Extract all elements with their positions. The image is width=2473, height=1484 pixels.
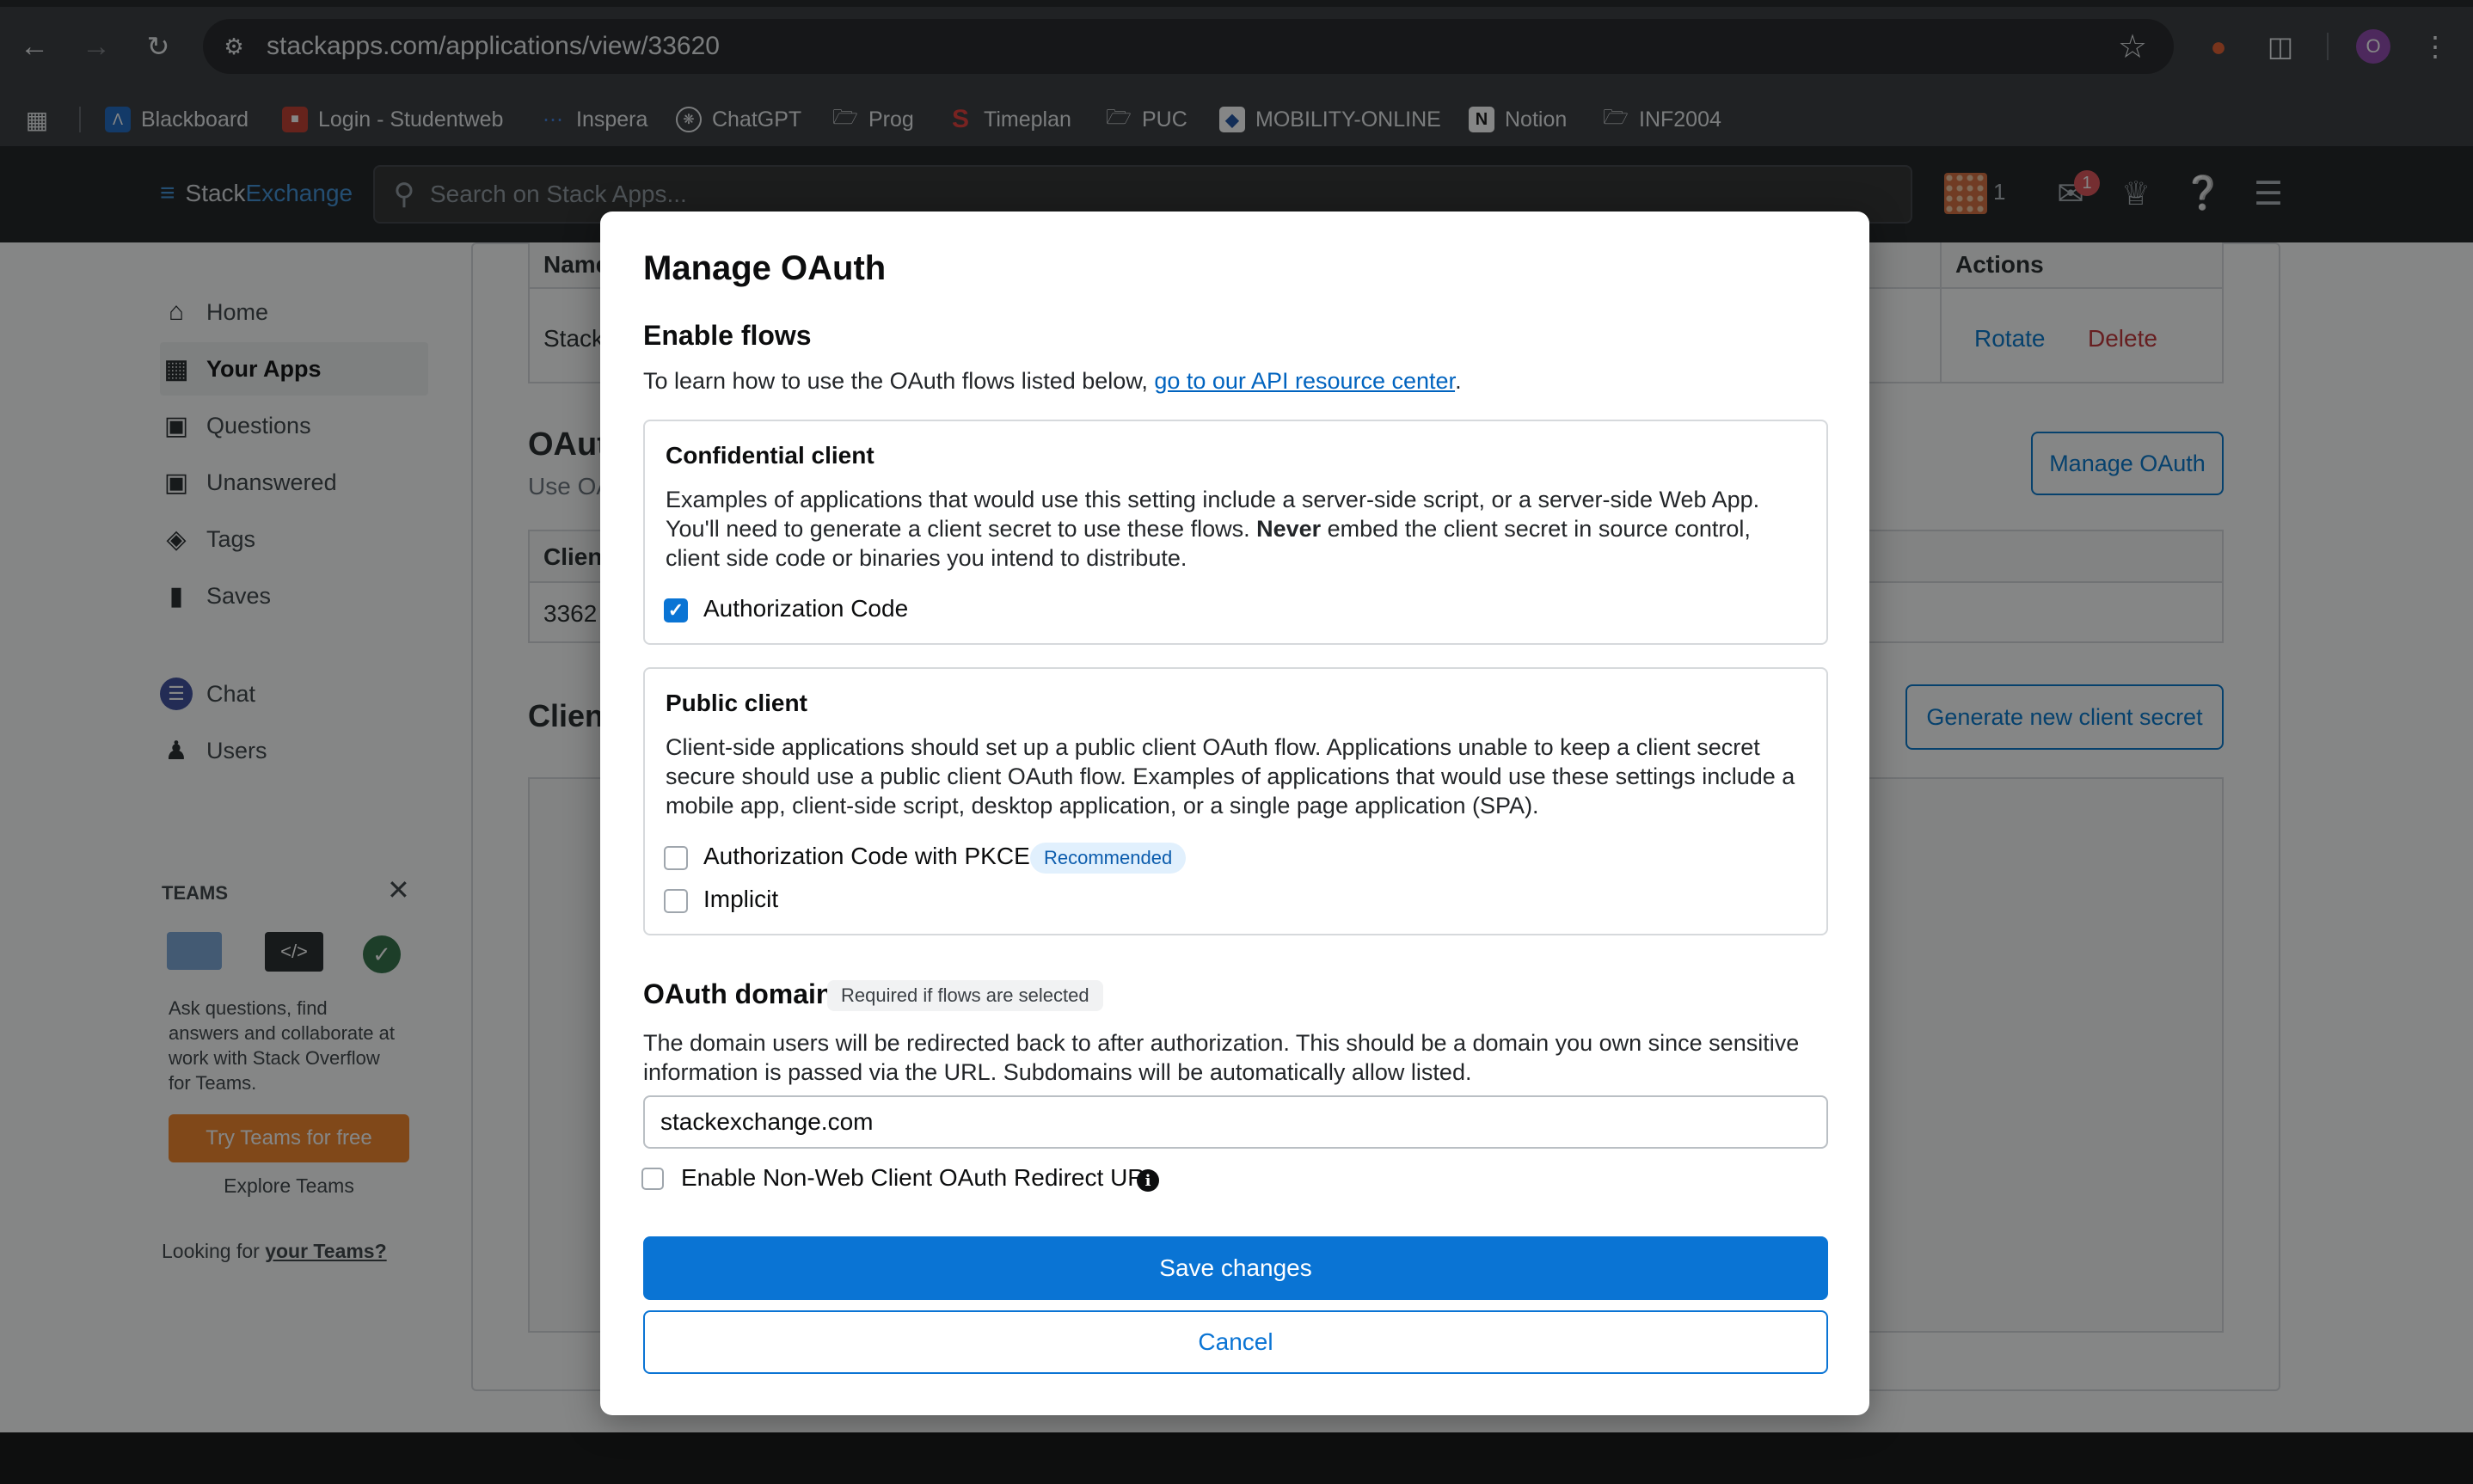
authorization-code-pkce-label[interactable]: Authorization Code with PKCE <box>703 843 1030 870</box>
cancel-button[interactable]: Cancel <box>643 1310 1828 1374</box>
enable-flows-heading: Enable flows <box>643 320 812 351</box>
required-badge: Required if flows are selected <box>827 980 1103 1011</box>
modal-title: Manage OAuth <box>643 249 887 287</box>
public-client-description: Client-side applications should set up a… <box>666 734 1795 819</box>
recommended-badge: Recommended <box>1030 843 1187 874</box>
confidential-client-description: Examples of applications that would use … <box>666 485 1809 573</box>
public-client-heading: Public client <box>666 690 807 716</box>
oauth-domain-description: The domain users will be redirected back… <box>643 1030 1800 1085</box>
implicit-label[interactable]: Implicit <box>703 886 778 913</box>
flows-intro-text: To learn how to use the OAuth flows list… <box>643 368 1155 394</box>
flows-intro-suffix: . <box>1455 368 1462 394</box>
api-resource-center-link[interactable]: go to our API resource center <box>1154 368 1455 394</box>
oauth-domain-heading: OAuth domain <box>643 978 833 1009</box>
info-icon[interactable]: i <box>1137 1169 1159 1192</box>
non-web-redirect-checkbox[interactable] <box>641 1168 664 1190</box>
oauth-domain-input[interactable] <box>643 1095 1828 1149</box>
confidential-client-heading: Confidential client <box>666 442 874 469</box>
save-changes-button[interactable]: Save changes <box>643 1236 1828 1300</box>
confidential-desc-emphasis: Never <box>1256 516 1322 542</box>
implicit-checkbox[interactable] <box>664 889 688 913</box>
flows-intro: To learn how to use the OAuth flows list… <box>643 368 1462 395</box>
non-web-redirect-label[interactable]: Enable Non-Web Client OAuth Redirect URI <box>681 1164 1151 1192</box>
authorization-code-pkce-checkbox[interactable] <box>664 846 688 870</box>
authorization-code-checkbox[interactable]: ✓ <box>664 598 688 622</box>
authorization-code-label[interactable]: Authorization Code <box>703 595 908 622</box>
